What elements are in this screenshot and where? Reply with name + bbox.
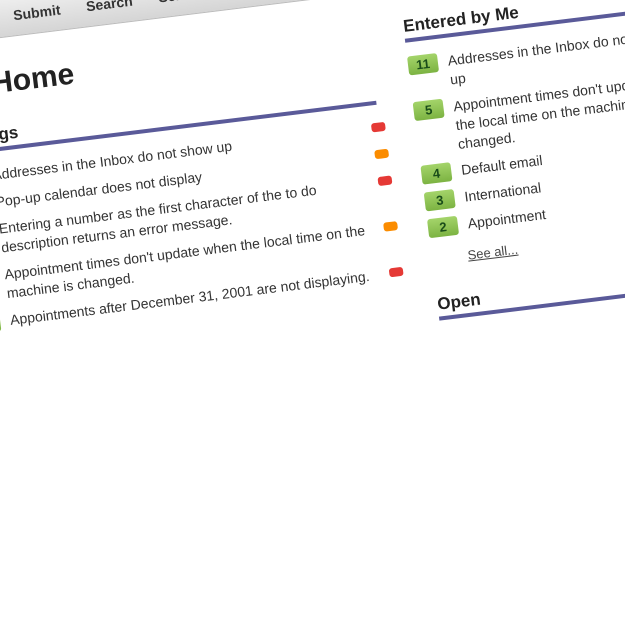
bug-id-badge: 2	[0, 312, 1, 335]
bug-id-badge: 3	[424, 189, 456, 212]
nav-send-email[interactable]: Send Email	[157, 0, 234, 5]
nav-submit[interactable]: Submit	[12, 2, 61, 24]
severity-indicator	[389, 266, 404, 277]
bug-id-badge: 2	[427, 216, 459, 239]
section-entered-title: Entered by Me	[402, 3, 520, 36]
nav-search[interactable]: Search	[85, 0, 133, 14]
entered-by-me-list: 11Addresses in the Inbox do not show up5…	[407, 19, 625, 243]
severity-indicator	[371, 122, 386, 133]
severity-indicator	[374, 149, 389, 160]
bug-id-badge: 4	[420, 163, 452, 186]
bug-id-badge: 5	[413, 98, 445, 121]
bug-id-badge: 11	[407, 53, 439, 76]
section-my-bugs-title: My Bugs	[0, 123, 19, 150]
severity-indicator	[383, 221, 398, 232]
my-bugs-list: 11Addresses in the Inbox do not show up8…	[0, 115, 399, 339]
severity-indicator	[377, 175, 392, 186]
section-open-title: Open	[436, 290, 481, 314]
